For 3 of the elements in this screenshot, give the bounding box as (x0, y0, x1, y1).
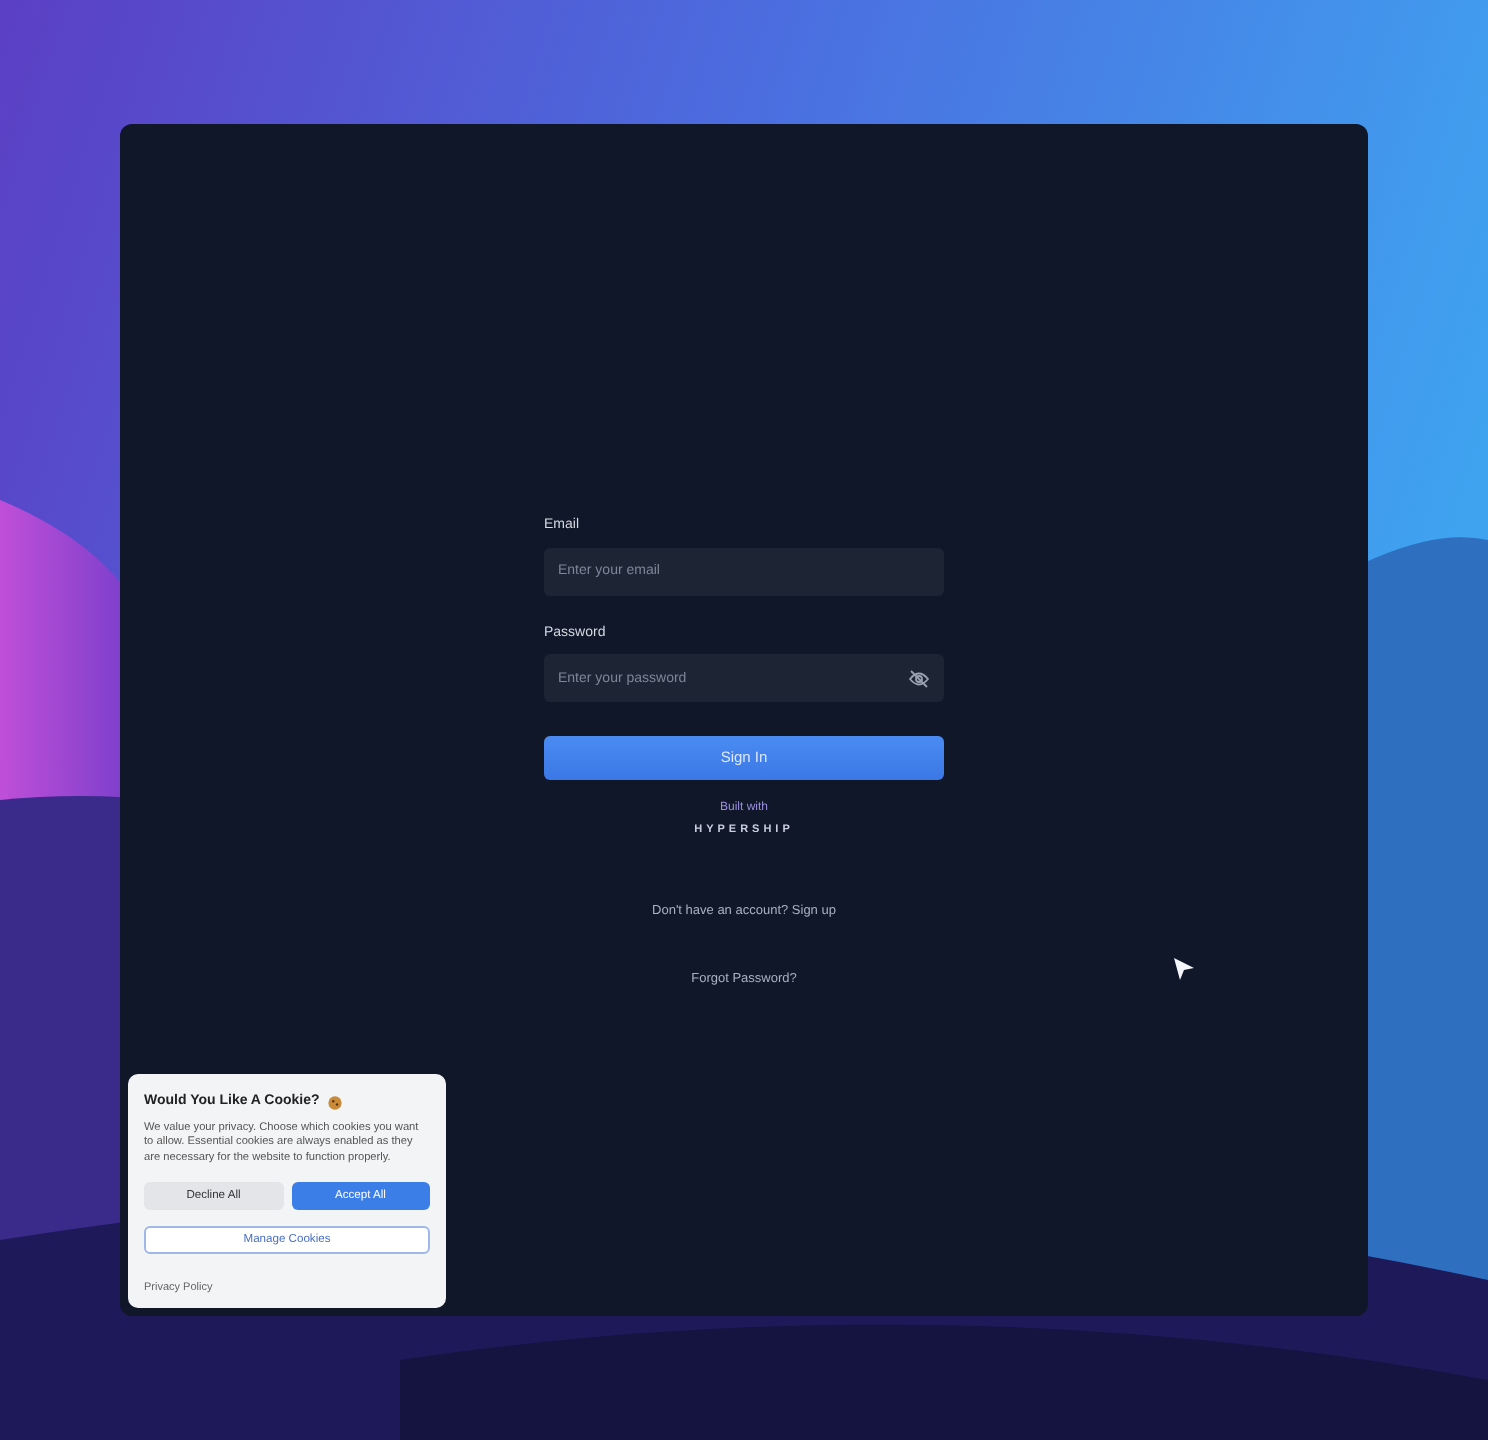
cursor-icon (1172, 956, 1196, 984)
cookie-icon (327, 1095, 342, 1110)
eye-slash-icon[interactable] (908, 669, 930, 687)
